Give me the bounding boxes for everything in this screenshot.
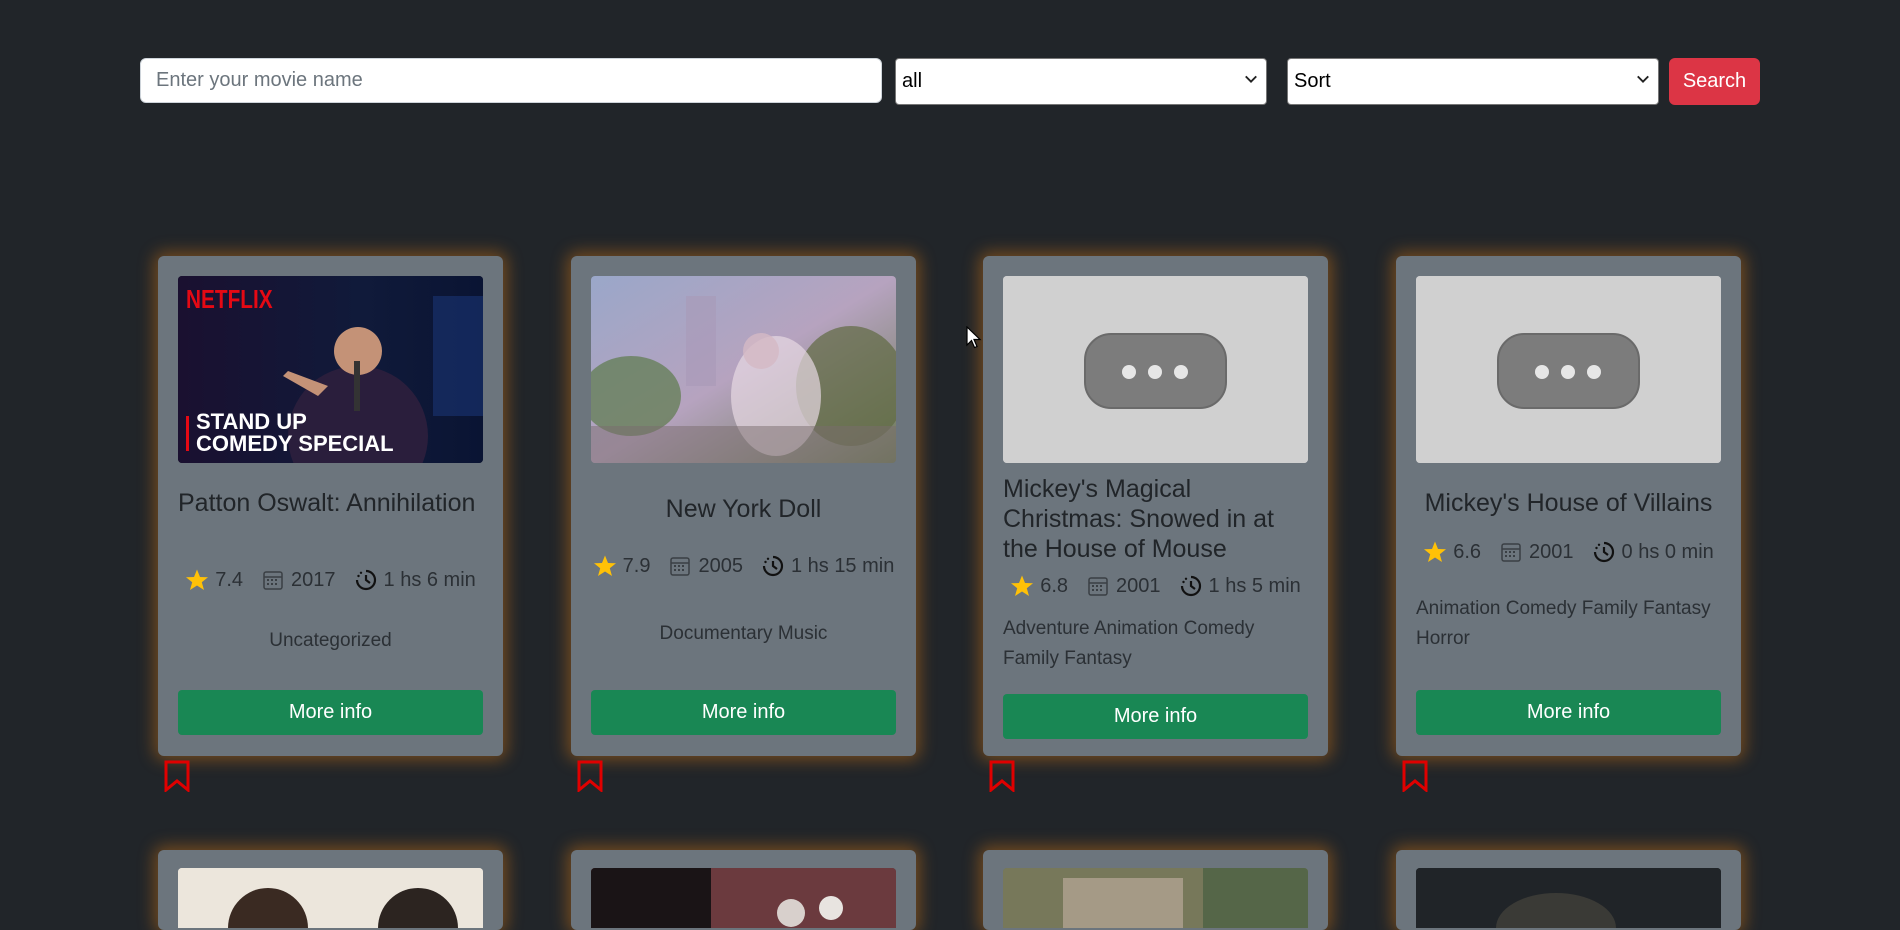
movie-poster	[591, 868, 896, 928]
movie-genres: Adventure Animation Comedy Family Fantas…	[1003, 618, 1255, 669]
calendar-icon	[1501, 543, 1521, 562]
movie-poster	[591, 276, 896, 463]
movie-card	[1396, 850, 1741, 930]
poster-text-line1: STAND UP	[196, 409, 307, 434]
chevron-down-icon	[1245, 75, 1257, 83]
calendar-icon	[1088, 577, 1108, 596]
more-info-button[interactable]: More info	[1003, 694, 1308, 739]
clock-history-icon	[355, 569, 376, 591]
movie-genres: Animation Comedy Family Fantasy Horror	[1416, 598, 1711, 649]
movie-meta: 6.8 2001 1 hs 5 min	[1003, 574, 1308, 598]
bookmark-icon[interactable]	[1401, 760, 1429, 792]
movie-search-input[interactable]	[140, 58, 882, 103]
movie-poster-placeholder	[1003, 276, 1308, 463]
clock-history-icon	[762, 555, 784, 577]
movie-duration: 1 hs 15 min	[790, 554, 895, 577]
sort-select[interactable]: Sort	[1287, 58, 1659, 105]
movie-card: New York Doll 7.9 2005 1 hs 15 min Docum…	[571, 256, 916, 756]
movie-card: Mickey's Magical Christmas: Snowed in at…	[983, 256, 1328, 756]
bookmark-icon[interactable]	[576, 760, 604, 792]
movie-year: 2017	[291, 568, 336, 591]
movie-card	[158, 850, 503, 930]
movie-meta: 7.4 2017 1 hs 6 min	[178, 568, 483, 592]
star-icon	[593, 555, 616, 576]
star-icon	[1424, 541, 1447, 562]
movie-title: Mickey's House of Villains	[1424, 489, 1713, 517]
video-unavailable-icon	[1003, 276, 1308, 463]
clock-history-icon	[1180, 575, 1201, 597]
star-icon	[1011, 575, 1034, 596]
genre-select[interactable]: all	[895, 58, 1267, 105]
movie-title: Patton Oswalt: Annihilation	[178, 489, 476, 517]
calendar-icon	[670, 557, 691, 576]
movie-rating: 7.9	[622, 554, 651, 577]
chevron-down-icon	[1637, 75, 1649, 83]
movie-card	[571, 850, 916, 930]
poster-text-line2: COMEDY SPECIAL	[196, 431, 394, 456]
movie-title: New York Doll	[665, 495, 822, 523]
movie-rating: 6.8	[1040, 574, 1069, 597]
cursor-icon	[966, 326, 982, 349]
bookmark-icon[interactable]	[163, 760, 191, 792]
movie-genres: Documentary Music	[659, 623, 828, 644]
search-button[interactable]: Search	[1669, 58, 1760, 105]
movie-card	[983, 850, 1328, 930]
more-info-button[interactable]: More info	[1416, 690, 1721, 735]
calendar-icon	[263, 571, 283, 590]
movie-year: 2005	[698, 554, 743, 577]
movie-card: NETFLIX STAND UP COMEDY SPECIAL Patton O…	[158, 256, 503, 756]
video-unavailable-icon	[1416, 276, 1721, 463]
movie-rating: 7.4	[215, 568, 244, 591]
movie-card: Mickey's House of Villains 6.6 2001 0 hs…	[1396, 256, 1741, 756]
movie-poster	[178, 868, 483, 928]
genre-select-value: all	[902, 70, 923, 92]
more-info-button[interactable]: More info	[178, 690, 483, 735]
movie-duration: 1 hs 5 min	[1208, 574, 1301, 597]
movie-title: Mickey's Magical Christmas: Snowed in at…	[1003, 475, 1274, 563]
star-icon	[186, 569, 209, 590]
netflix-logo-text: NETFLIX	[186, 284, 273, 314]
movie-meta: 7.9 2005 1 hs 15 min	[591, 554, 896, 578]
movie-rating: 6.6	[1453, 540, 1482, 563]
movie-poster-placeholder	[1416, 276, 1721, 463]
movie-poster	[1003, 868, 1308, 928]
sort-select-value: Sort	[1294, 70, 1331, 92]
clock-history-icon	[1593, 541, 1614, 563]
movie-duration: 0 hs 0 min	[1621, 540, 1714, 563]
bookmark-icon[interactable]	[988, 760, 1016, 792]
movie-year: 2001	[1116, 574, 1161, 597]
movie-genres: Uncategorized	[269, 630, 392, 651]
more-info-button[interactable]: More info	[591, 690, 896, 735]
movie-duration: 1 hs 6 min	[383, 568, 476, 591]
movie-poster	[1416, 868, 1721, 928]
movie-year: 2001	[1529, 540, 1574, 563]
movie-meta: 6.6 2001 0 hs 0 min	[1416, 540, 1721, 564]
